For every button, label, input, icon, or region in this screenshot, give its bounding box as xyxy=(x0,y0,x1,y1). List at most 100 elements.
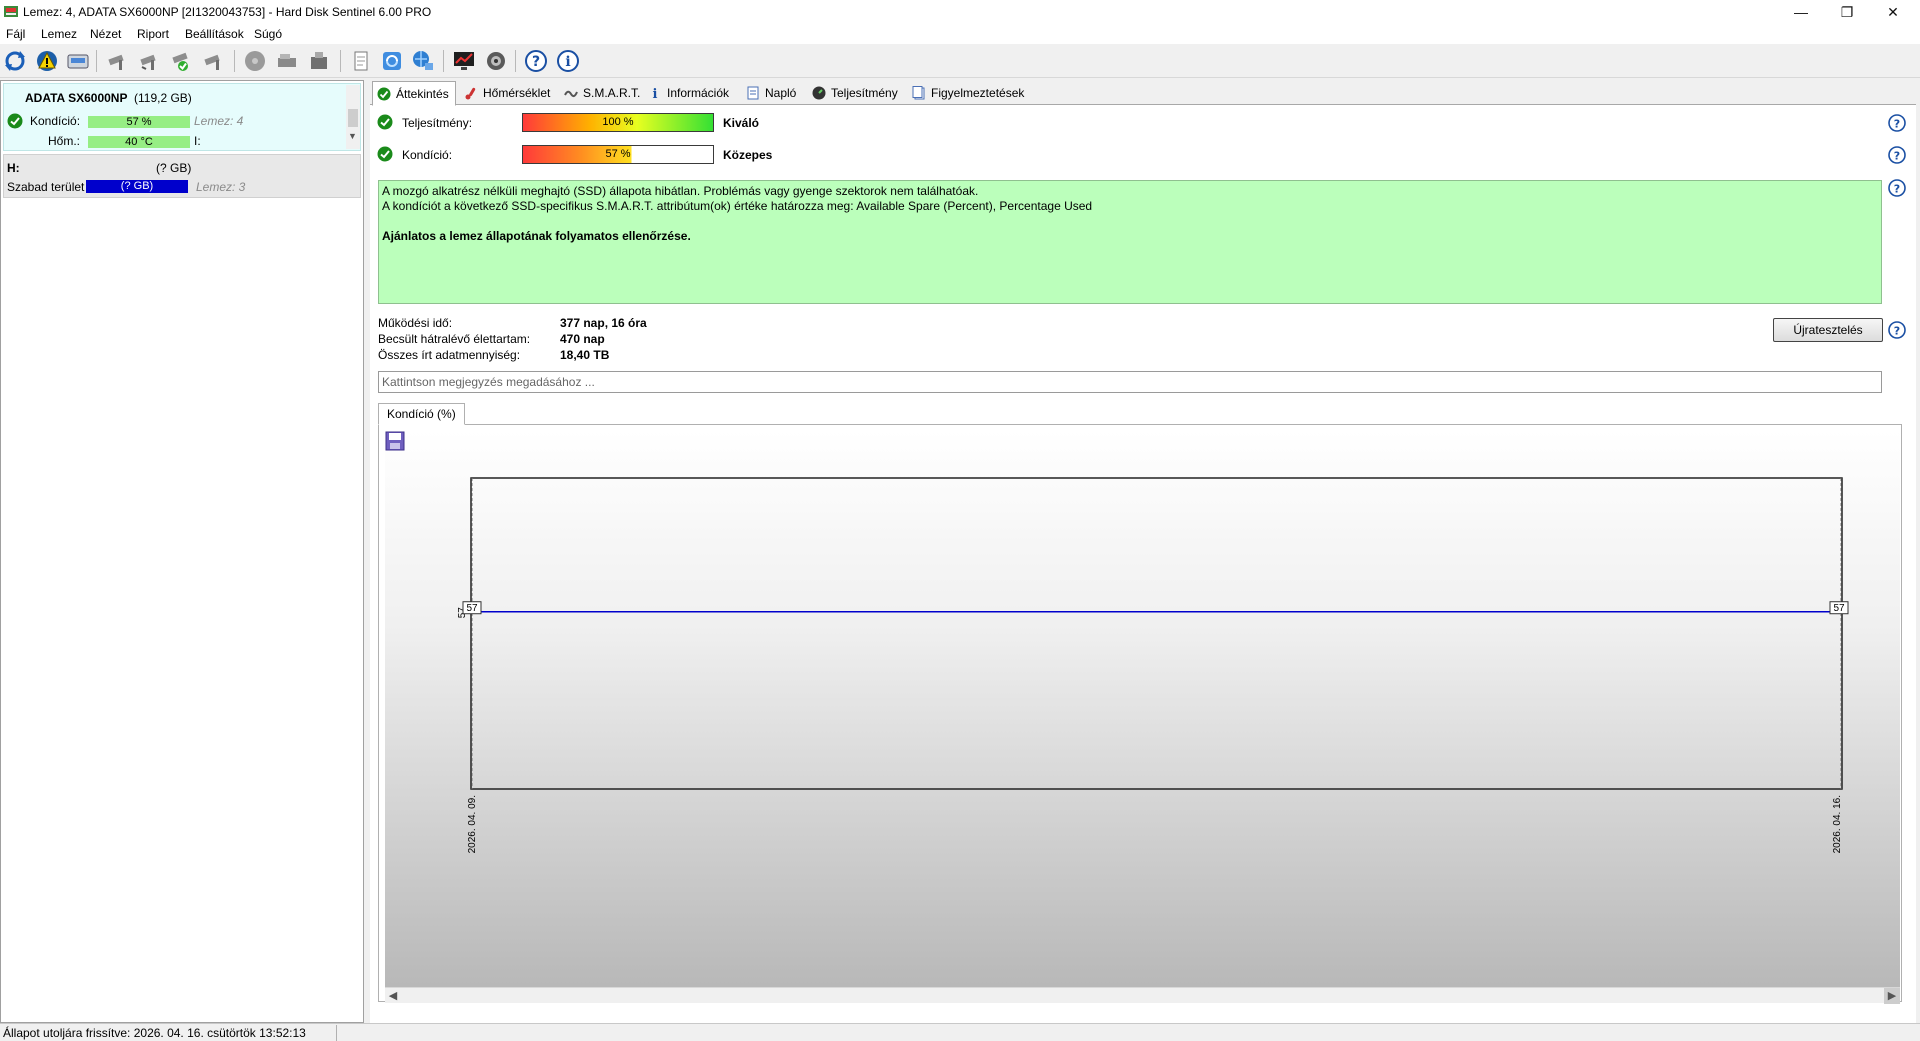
chart-tab-health[interactable]: Kondíció (%) xyxy=(378,403,465,425)
remaining-life-value: 470 nap xyxy=(560,332,605,346)
volume-item[interactable]: H: (? GB) Szabad terület (? GB) Lemez: 3 xyxy=(3,154,361,198)
volume-disk-number: Lemez: 3 xyxy=(196,180,246,194)
about-icon[interactable]: i xyxy=(556,49,580,73)
performance-ok-icon xyxy=(377,114,393,130)
svg-text:?: ? xyxy=(1894,150,1900,163)
scroll-down-icon[interactable]: ▼ xyxy=(348,131,357,141)
start-value-label: 57 xyxy=(466,603,478,614)
svg-text:?: ? xyxy=(1894,183,1900,196)
close-button[interactable]: ✕ xyxy=(1870,0,1916,24)
window-title: Lemez: 4, ADATA SX6000NP [2I1320043753] … xyxy=(23,5,432,19)
restore-icon: ❐ xyxy=(1840,3,1854,20)
remaining-life-label: Becsült hátralévő élettartam: xyxy=(378,332,531,346)
note-input[interactable] xyxy=(378,371,1882,393)
tab-info[interactable]: i Információk xyxy=(644,82,735,104)
tab-log[interactable]: Napló xyxy=(742,82,802,104)
close-icon: ✕ xyxy=(1887,3,1899,20)
end-value-label: 57 xyxy=(1833,603,1845,614)
svg-text:?: ? xyxy=(1894,118,1900,131)
help-icon[interactable]: ? xyxy=(524,49,548,73)
total-written-value: 18,40 TB xyxy=(560,348,610,362)
status-message-box: A mozgó alkatrész nélküli meghajtó (SSD)… xyxy=(378,180,1882,304)
health-label: Kondíció: xyxy=(402,148,453,162)
tab-overview[interactable]: Áttekintés xyxy=(372,81,456,106)
restore-button[interactable]: ❐ xyxy=(1824,0,1870,24)
speaker-icon[interactable] xyxy=(484,49,508,73)
save-icon[interactable] xyxy=(385,431,405,451)
sync-icon[interactable] xyxy=(380,49,404,73)
menu-disk[interactable]: Lemez xyxy=(41,27,77,41)
disk-health-label: Kondíció: xyxy=(30,114,81,128)
refresh-icon[interactable] xyxy=(3,49,27,73)
status-separator xyxy=(336,1025,337,1041)
disk-list-scrollbar[interactable]: ▼ xyxy=(346,85,360,149)
toolbar-separator xyxy=(234,50,235,72)
thermometer-icon xyxy=(465,87,476,100)
disk-temp-value: 40 °C xyxy=(125,136,153,148)
performance-rating: Kiváló xyxy=(723,116,760,130)
minimize-button[interactable]: — xyxy=(1778,0,1824,24)
log-icon xyxy=(747,86,759,100)
menu-file[interactable]: Fájl xyxy=(6,27,25,41)
drive-2-icon[interactable] xyxy=(275,49,299,73)
svg-text:?: ? xyxy=(1894,325,1900,338)
menu-view[interactable]: Nézet xyxy=(90,27,121,41)
tool-4-icon[interactable] xyxy=(202,49,226,73)
volume-free-label: Szabad terület xyxy=(7,180,85,194)
menu-report[interactable]: Riport xyxy=(137,27,169,41)
network-icon[interactable] xyxy=(411,49,435,73)
health-value: 57 % xyxy=(605,148,631,160)
svg-text:i: i xyxy=(653,87,658,100)
tab-bar: Áttekintés Hőmérséklet S.M.A.R.T. i Info… xyxy=(370,80,1916,106)
warning-icon[interactable] xyxy=(35,49,59,73)
tab-alerts-label: Figyelmeztetések xyxy=(931,86,1025,100)
tab-smart-label: S.M.A.R.T. xyxy=(583,86,641,100)
x-tick-label: 2026. 04. 16. xyxy=(1832,795,1843,853)
tab-info-label: Információk xyxy=(667,86,730,100)
disk-gray-icon[interactable] xyxy=(243,49,267,73)
disk-name: ADATA SX6000NP xyxy=(25,91,128,105)
chart-horizontal-scrollbar[interactable]: ◀ ▶ xyxy=(385,987,1900,1004)
disk-item[interactable]: ADATA SX6000NP (119,2 GB) Kondíció: 57 %… xyxy=(3,83,361,151)
retest-button[interactable]: Újratesztelés xyxy=(1773,318,1883,342)
health-rating: Közepes xyxy=(723,148,773,162)
tab-temperature[interactable]: Hőmérséklet xyxy=(460,82,556,104)
menu-settings[interactable]: Beállítások xyxy=(185,27,244,41)
scroll-right-icon[interactable]: ▶ xyxy=(1884,988,1900,1004)
disk-icon[interactable] xyxy=(66,49,90,73)
drive-3-icon[interactable] xyxy=(307,49,331,73)
tab-performance[interactable]: Teljesítmény xyxy=(808,82,904,104)
health-ok-icon xyxy=(377,146,393,162)
total-written-label: Összes írt adatmennyiség: xyxy=(378,348,521,362)
status-bar: Állapot utoljára frissítve: 2026. 04. 16… xyxy=(0,1023,1920,1041)
tab-temperature-label: Hőmérséklet xyxy=(483,86,551,100)
report-icon[interactable] xyxy=(349,49,373,73)
uptime-label: Működési idő: xyxy=(378,316,453,330)
disk-health-value: 57 % xyxy=(126,116,152,128)
volume-size: (? GB) xyxy=(156,161,192,175)
main-panel: Áttekintés Hőmérséklet S.M.A.R.T. i Info… xyxy=(370,80,1916,1023)
volume-free-value: (? GB) xyxy=(120,180,154,192)
tab-overview-label: Áttekintés xyxy=(396,86,449,101)
disk-drive-letter: I: xyxy=(194,134,201,148)
disk-list-scroll-thumb[interactable] xyxy=(348,109,358,127)
disk-health-bar: 57 % xyxy=(88,116,190,128)
tool-2-icon[interactable] xyxy=(138,49,162,73)
tool-1-icon[interactable] xyxy=(106,49,130,73)
menu-help[interactable]: Súgó xyxy=(254,27,282,41)
tool-3-icon[interactable] xyxy=(170,49,194,73)
tab-alerts[interactable]: Figyelmeztetések xyxy=(908,82,1030,104)
toolbar-separator xyxy=(515,50,516,72)
retest-help-icon[interactable]: ? xyxy=(1888,321,1906,339)
message-help-icon[interactable]: ? xyxy=(1888,179,1906,197)
tab-smart[interactable]: S.M.A.R.T. xyxy=(560,82,646,104)
volume-letter: H: xyxy=(7,161,20,175)
toolbar: ? i xyxy=(0,44,1920,78)
toolbar-separator xyxy=(340,50,341,72)
scroll-left-icon[interactable]: ◀ xyxy=(385,988,401,1004)
monitor-icon[interactable] xyxy=(452,49,476,73)
toolbar-separator xyxy=(96,50,97,72)
performance-help-icon[interactable]: ? xyxy=(1888,114,1906,132)
alerts-icon xyxy=(912,86,925,100)
health-help-icon[interactable]: ? xyxy=(1888,146,1906,164)
